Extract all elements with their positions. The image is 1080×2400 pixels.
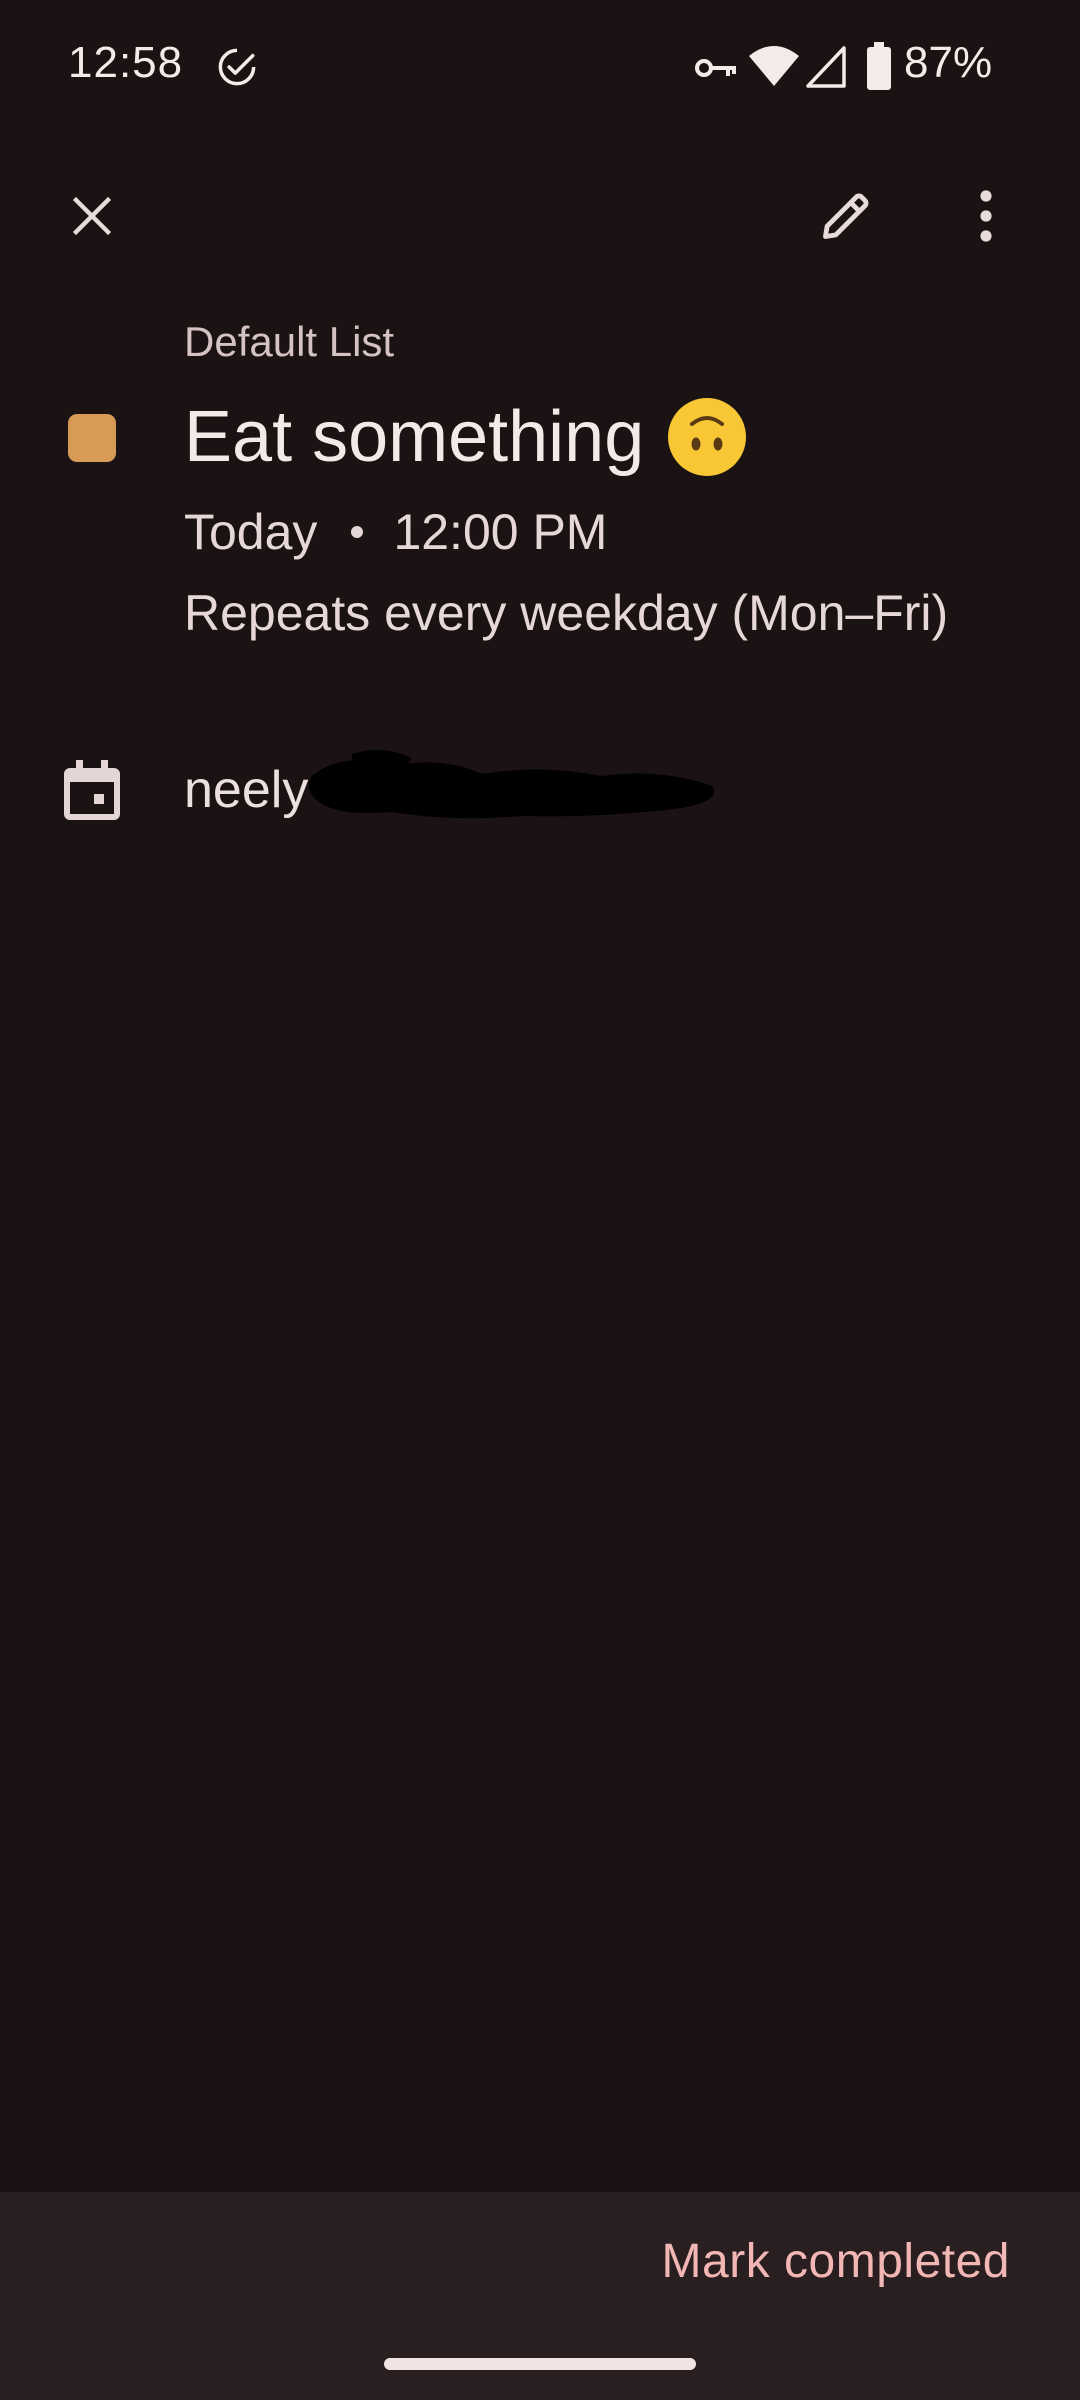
separator-dot <box>351 525 364 538</box>
status-time: 12:58 <box>68 38 184 87</box>
upside-down-face-emoji-icon <box>668 398 747 476</box>
account-name: neely <box>184 761 309 819</box>
mark-completed-button[interactable]: Mark completed <box>662 2234 1010 2289</box>
battery-icon <box>867 42 891 90</box>
home-gesture-bar[interactable] <box>384 2358 696 2370</box>
bottom-action-bar: Mark completed <box>0 2192 1080 2400</box>
close-icon <box>72 196 112 236</box>
task-title-text: Eat something <box>184 397 645 477</box>
more-vert-icon <box>980 190 992 242</box>
due-date-time[interactable]: Today 12:00 PM <box>184 503 607 561</box>
task-detail-screen: 12:58 87% Default List Eat something Tod… <box>0 0 1080 2400</box>
cell-signal-icon <box>806 46 846 88</box>
calendar-icon <box>64 760 120 820</box>
list-color-chip <box>68 414 116 462</box>
task-title: Eat something <box>184 396 748 478</box>
redaction-scribble <box>308 749 714 819</box>
list-name: Default List <box>184 318 395 365</box>
wifi-icon <box>749 46 799 86</box>
due-date: Today <box>184 504 318 560</box>
repeat-rule[interactable]: Repeats every weekday (Mon–Fri) <box>184 584 948 642</box>
close-button[interactable] <box>44 168 140 264</box>
vpn-key-icon <box>695 59 736 77</box>
due-time: 12:00 PM <box>393 504 608 560</box>
status-bar: 12:58 87% <box>0 0 1080 134</box>
battery-percentage: 87% <box>904 38 993 87</box>
edit-button[interactable] <box>798 168 894 264</box>
pencil-icon <box>823 193 869 239</box>
more-options-button[interactable] <box>938 168 1034 264</box>
check-circle-icon <box>218 48 256 86</box>
